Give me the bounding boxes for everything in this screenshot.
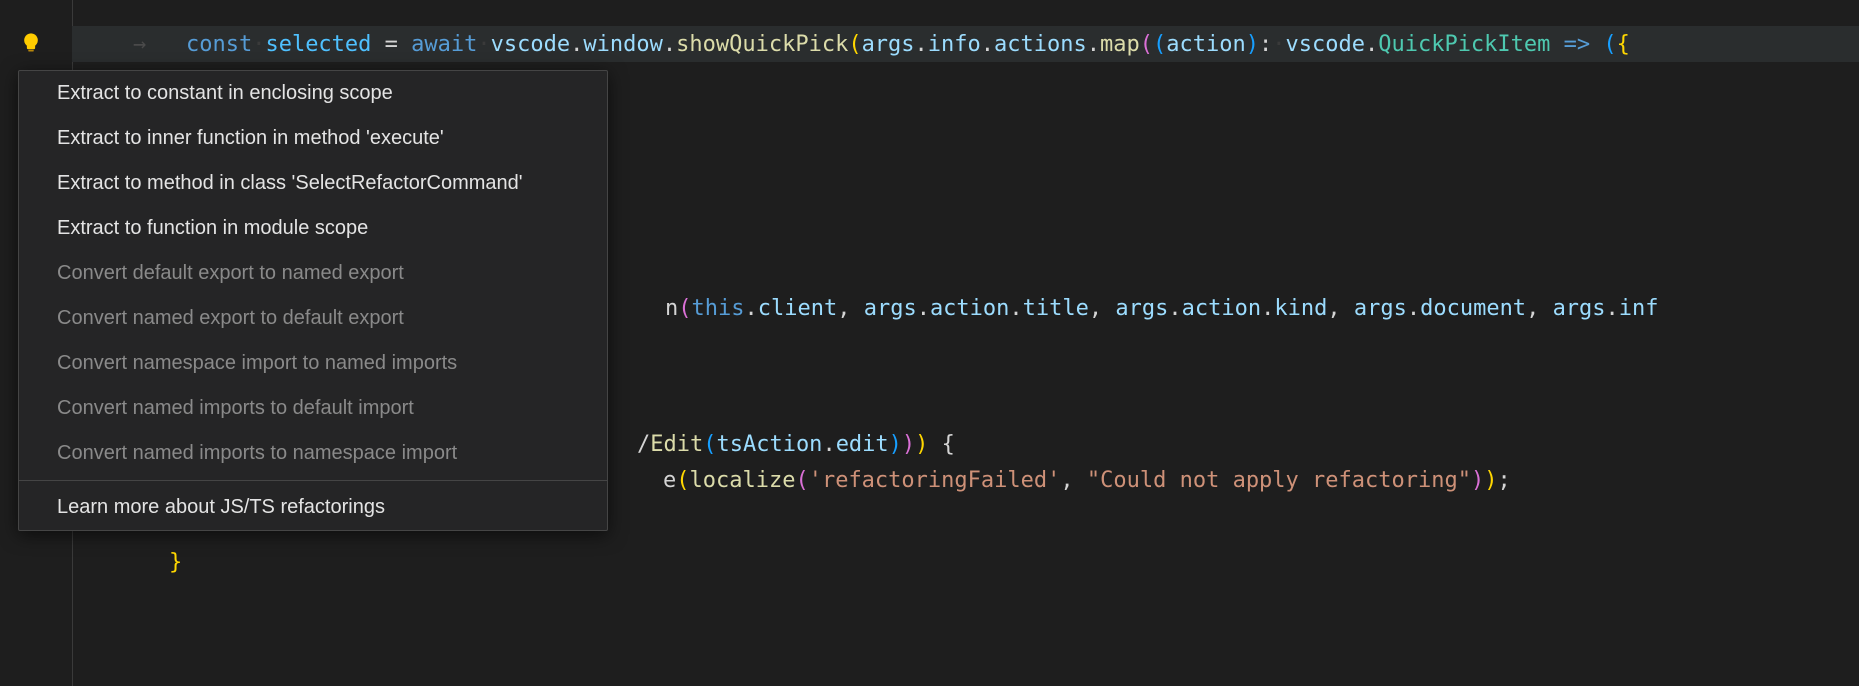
tok-keyword: const	[186, 32, 252, 57]
tok-var: tsAction	[716, 432, 822, 457]
tok-keyword: this	[691, 296, 744, 321]
code-action-label: Extract to constant in enclosing scope	[57, 82, 393, 104]
code-action-label: Convert named imports to namespace impor…	[57, 442, 457, 464]
indent-arrow-icon: →	[133, 32, 186, 57]
tok-string: 'refactoringFailed'	[809, 468, 1061, 493]
tok-op: =	[371, 32, 411, 57]
tok-var: args	[1354, 296, 1407, 321]
tok-fn: showQuickPick	[676, 32, 848, 57]
tok-fn: localize	[689, 468, 795, 493]
code-action-item[interactable]: Extract to function in module scope	[19, 206, 607, 251]
code-action-label: Extract to inner function in method 'exe…	[57, 127, 444, 149]
tok-var: args	[1115, 296, 1168, 321]
code-action-item-disabled: Convert named export to default export	[19, 296, 607, 341]
code-line[interactable]: }	[72, 544, 1859, 580]
tok-prop: client	[758, 296, 837, 321]
tok-prop: inf	[1619, 296, 1659, 321]
tok-prop: document	[1420, 296, 1526, 321]
tok-keyword: await	[411, 32, 477, 57]
tok-fn: Edit	[650, 432, 703, 457]
code-action-learn-more[interactable]: Learn more about JS/TS refactorings	[19, 485, 607, 530]
code-action-label: Extract to method in class 'SelectRefact…	[57, 172, 523, 194]
code-action-item-disabled: Convert namespace import to named import…	[19, 341, 607, 386]
tok-arrow: =>	[1550, 32, 1603, 57]
lightbulb-icon[interactable]	[18, 30, 44, 56]
tok-prop: window	[583, 32, 662, 57]
tok-type: QuickPickItem	[1378, 32, 1550, 57]
code-actions-menu: Extract to constant in enclosing scope E…	[18, 70, 608, 531]
tok-var: args	[1553, 296, 1606, 321]
tok-prop: actions	[994, 32, 1087, 57]
tok-var: action	[1166, 32, 1245, 57]
tok-ns: vscode	[1285, 32, 1364, 57]
tok-fn: map	[1100, 32, 1140, 57]
code-action-item-disabled: Convert named imports to namespace impor…	[19, 431, 607, 476]
tok-brace: }	[169, 550, 182, 575]
tok-var: args	[862, 32, 915, 57]
tok-var: args	[864, 296, 917, 321]
code-action-item[interactable]: Extract to constant in enclosing scope	[19, 71, 607, 116]
tok-prop: info	[928, 32, 981, 57]
code-action-label: Convert namespace import to named import…	[57, 352, 457, 374]
tok-ns: vscode	[491, 32, 570, 57]
tok-prop: action	[1182, 296, 1261, 321]
code-action-item[interactable]: Extract to method in class 'SelectRefact…	[19, 161, 607, 206]
tok-variable: selected	[265, 32, 371, 57]
tok-prop: kind	[1274, 296, 1327, 321]
tok-prop: title	[1023, 296, 1089, 321]
code-action-item-disabled: Convert default export to named export	[19, 251, 607, 296]
learn-more-label: Learn more about JS/TS refactorings	[57, 496, 385, 518]
code-line[interactable]: → const·selected = await·vscode.window.s…	[72, 26, 1859, 62]
code-action-label: Convert named export to default export	[57, 307, 404, 329]
menu-separator	[19, 480, 607, 481]
code-action-item[interactable]: Extract to inner function in method 'exe…	[19, 116, 607, 161]
code-action-label: Convert default export to named export	[57, 262, 404, 284]
code-action-label: Convert named imports to default import	[57, 397, 414, 419]
code-action-item-disabled: Convert named imports to default import	[19, 386, 607, 431]
tok-string: "Could not apply refactoring"	[1087, 468, 1471, 493]
code-action-label: Extract to function in module scope	[57, 217, 368, 239]
tok-prop: edit	[836, 432, 889, 457]
tok-prop: action	[930, 296, 1009, 321]
